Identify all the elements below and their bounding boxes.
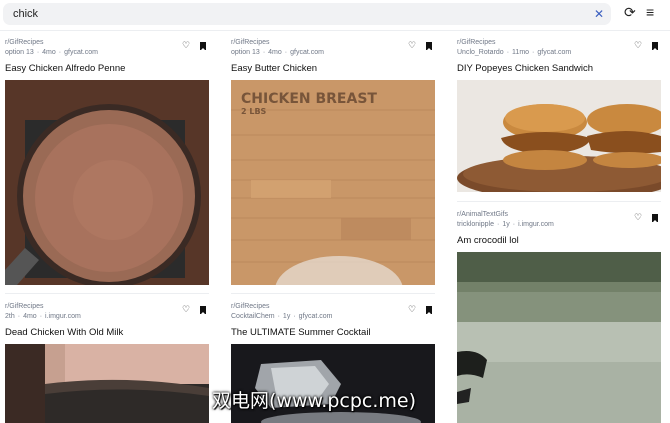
domain-link[interactable]: i.imgur.com	[518, 221, 554, 228]
post-meta: tricklonipple · 1y · i.imgur.com	[457, 221, 554, 228]
post-title[interactable]: Am crocodil lol	[457, 235, 519, 246]
card-divider	[231, 293, 435, 294]
card-divider	[5, 293, 209, 294]
menu-icon[interactable]: ≡	[646, 5, 654, 19]
domain-link[interactable]: gfycat.com	[64, 49, 98, 56]
heart-icon[interactable]: ♡	[634, 41, 642, 50]
refresh-icon[interactable]: ⟳	[624, 5, 636, 19]
post-card[interactable]: r/GifRecipes option 13 · 4mo · gfycat.com ♡ …	[5, 39, 209, 287]
top-divider	[0, 30, 670, 31]
domain-link[interactable]: gfycat.com	[299, 313, 333, 320]
post-age: 4mo	[42, 49, 56, 56]
card-divider	[457, 201, 661, 202]
post-thumbnail[interactable]	[5, 344, 209, 423]
author-link[interactable]: tricklonipple	[457, 221, 494, 228]
sandwich-image	[457, 80, 661, 192]
post-meta: CocktailChem · 1y · gfycat.com	[231, 313, 333, 320]
post-age: 1y	[282, 313, 291, 320]
subreddit-link[interactable]: r/GifRecipes	[231, 39, 270, 46]
heart-icon[interactable]: ♡	[408, 41, 416, 50]
clear-icon[interactable]: ✕	[594, 8, 604, 20]
watermark-text: 双电网(www.pcpc.me)	[212, 390, 416, 412]
bookmark-icon[interactable]	[652, 214, 658, 223]
post-thumbnail[interactable]	[457, 80, 661, 192]
post-thumbnail[interactable]: CHICKEN BREAST 2 LBS	[231, 80, 435, 285]
search-box[interactable]: ✕	[3, 3, 611, 25]
post-thumbnail[interactable]	[457, 252, 661, 423]
post-title[interactable]: Easy Chicken Alfredo Penne	[5, 63, 125, 74]
post-age: 4mo	[268, 49, 282, 56]
chicken-image	[5, 344, 209, 423]
author-link[interactable]: Unclo_Rotardo	[457, 49, 504, 56]
overlay-subtext: 2 LBS	[241, 107, 267, 116]
post-meta: 2th · 4mo · i.imgur.com	[5, 313, 81, 320]
frying-pan-image	[5, 80, 209, 285]
subreddit-link[interactable]: r/GifRecipes	[457, 39, 496, 46]
author-link[interactable]: CocktailChem	[231, 313, 275, 320]
subreddit-link[interactable]: r/AnimalTextGifs	[457, 211, 508, 218]
overlay-text: CHICKEN BREAST	[241, 91, 377, 107]
domain-link[interactable]: gfycat.com	[537, 49, 571, 56]
author-link[interactable]: 2th	[5, 313, 15, 320]
post-age: 11mo	[512, 49, 530, 56]
search-input[interactable]	[13, 6, 573, 22]
bookmark-icon[interactable]	[200, 306, 206, 315]
top-bar: ✕ ⟳ ≡	[0, 0, 670, 30]
post-card[interactable]: r/GifRecipes option 13 · 4mo · gfycat.com ♡ …	[231, 39, 435, 287]
post-thumbnail[interactable]	[5, 80, 209, 285]
domain-link[interactable]: i.imgur.com	[45, 313, 81, 320]
post-card[interactable]: r/AnimalTextGifs tricklonipple · 1y · i.imgu…	[457, 211, 661, 423]
post-meta: option 13 · 4mo · gfycat.com	[5, 49, 98, 56]
heart-icon[interactable]: ♡	[182, 41, 190, 50]
heart-icon[interactable]: ♡	[408, 305, 416, 314]
post-age: 4mo	[23, 313, 37, 320]
post-card[interactable]: r/GifRecipes Unclo_Rotardo · 11mo · gfycat.c…	[457, 39, 661, 194]
subreddit-link[interactable]: r/GifRecipes	[5, 39, 44, 46]
cutting-board-image: CHICKEN BREAST 2 LBS	[231, 80, 435, 285]
author-link[interactable]: option 13	[5, 49, 34, 56]
post-age: 1y	[502, 221, 510, 228]
post-title[interactable]: Dead Chicken With Old Milk	[5, 327, 123, 338]
post-meta: Unclo_Rotardo · 11mo · gfycat.com	[457, 49, 572, 56]
post-title[interactable]: Easy Butter Chicken	[231, 63, 317, 74]
post-meta: option 13 · 4mo · gfycat.com	[231, 49, 324, 56]
post-card[interactable]: r/GifRecipes 2th · 4mo · i.imgur.com ♡ Dead …	[5, 303, 209, 423]
author-link[interactable]: option 13	[231, 49, 260, 56]
post-title[interactable]: DIY Popeyes Chicken Sandwich	[457, 63, 593, 74]
bookmark-icon[interactable]	[200, 42, 206, 51]
subreddit-link[interactable]: r/GifRecipes	[231, 303, 270, 310]
heart-icon[interactable]: ♡	[182, 305, 190, 314]
bookmark-icon[interactable]	[426, 306, 432, 315]
subreddit-link[interactable]: r/GifRecipes	[5, 303, 44, 310]
pond-image	[457, 252, 661, 423]
bookmark-icon[interactable]	[426, 42, 432, 51]
heart-icon[interactable]: ♡	[634, 213, 642, 222]
bookmark-icon[interactable]	[652, 42, 658, 51]
post-title[interactable]: The ULTIMATE Summer Cocktail	[231, 327, 371, 338]
domain-link[interactable]: gfycat.com	[290, 49, 324, 56]
